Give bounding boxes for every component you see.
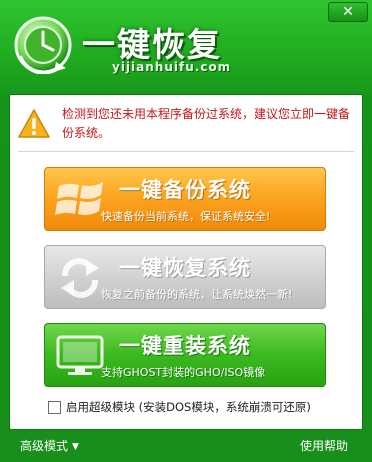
warning-triangle-icon	[18, 109, 50, 138]
warning-text: 检测到您还未用本程序备份过系统，建议您立即一键备份系统。	[62, 107, 351, 140]
clock-refresh-logo-icon	[14, 16, 72, 74]
main-panel: 检测到您还未用本程序备份过系统，建议您立即一键备份系统。 一键备份系统 快速备份…	[9, 94, 363, 430]
restore-system-label: 一键恢复系统	[119, 256, 251, 280]
restore-system-button[interactable]: 一键恢复系统 恢复之前备份的系统，让系统焕然一新!	[44, 245, 326, 309]
reinstall-system-label: 一键重装系统	[119, 334, 251, 358]
super-module-checkbox[interactable]	[48, 401, 61, 414]
app-subtitle: yijianhuifu.com	[112, 60, 232, 74]
backup-system-label: 一键备份系统	[119, 178, 251, 202]
backup-system-button[interactable]: 一键备份系统 快速备份当前系统，保证系统安全!	[44, 167, 326, 231]
help-link[interactable]: 使用帮助	[300, 437, 348, 454]
reinstall-system-button[interactable]: 一键重装系统 支持GHOST封装的GHO/ISO镜像	[44, 323, 326, 387]
close-button[interactable]: ✕	[328, 2, 368, 22]
monitor-icon	[56, 335, 104, 375]
restore-system-desc: 恢复之前备份的系统，让系统焕然一新!	[101, 288, 293, 301]
app-title: 一键恢复	[82, 25, 222, 64]
super-module-label: 启用超级模块 (安装DOS模块，系统崩溃可还原)	[66, 400, 311, 414]
windows-logo-icon	[55, 182, 103, 215]
chevron-down-icon: ▼	[72, 441, 79, 452]
app-window: 一键恢复 yijianhuifu.com ✕ 检测到您还未用本程序备份过系统，建…	[0, 0, 372, 462]
advanced-mode-dropdown[interactable]: 高级模式 ▼	[20, 437, 79, 454]
refresh-arrows-icon	[61, 258, 99, 298]
advanced-mode-label: 高级模式	[20, 439, 69, 453]
reinstall-system-desc: 支持GHOST封装的GHO/ISO镜像	[101, 366, 266, 379]
title-bar: 一键恢复 yijianhuifu.com ✕	[0, 0, 372, 94]
backup-warning: 检测到您还未用本程序备份过系统，建议您立即一键备份系统。	[18, 101, 356, 147]
backup-system-desc: 快速备份当前系统，保证系统安全!	[101, 210, 271, 223]
divider	[18, 151, 354, 152]
